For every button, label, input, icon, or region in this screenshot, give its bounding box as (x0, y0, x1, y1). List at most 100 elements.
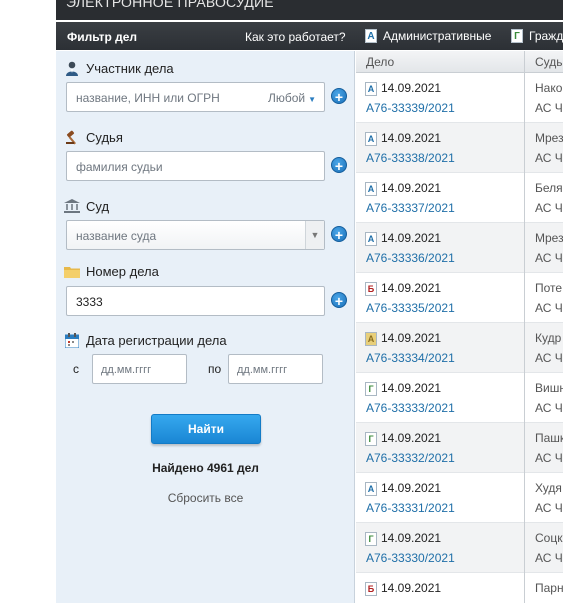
case-type-icon: А (365, 132, 377, 146)
court-cell: АС Ч (535, 101, 563, 115)
table-row[interactable]: А 14.09.2021 А76-33339/2021 Нако АС Ч (356, 73, 563, 123)
participant-mode-value: Любой (267, 91, 306, 105)
table-row[interactable]: А 14.09.2021 А76-33331/2021 Худя АС Ч (356, 473, 563, 523)
case-number-link[interactable]: А76-33331/2021 (366, 501, 455, 515)
participant-placeholder: название, ИНН или ОГРН (76, 91, 220, 105)
court-cell: АС Ч (535, 151, 563, 165)
add-court-button[interactable]: + (331, 226, 347, 243)
case-number-link[interactable]: А76-33330/2021 (366, 551, 455, 565)
add-case-number-button[interactable]: + (331, 292, 347, 309)
app-frame: ЭЛЕКТРОННОЕ ПРАВОСУДИЕ Фильтр дел Как эт… (56, 0, 563, 603)
reg-date-label-row: Дата регистрации дела (64, 332, 227, 348)
civil-case-icon: Г (511, 29, 523, 43)
participant-label: Участник дела (86, 60, 174, 76)
case-type-icon: А (365, 232, 377, 246)
judge-cell: Нако (535, 81, 563, 95)
case-number-link[interactable]: А76-33335/2021 (366, 301, 455, 315)
case-date: 14.09.2021 (381, 481, 442, 495)
case-type-icon: А (365, 482, 377, 496)
case-date: 14.09.2021 (381, 181, 442, 195)
participant-mode-select[interactable]: Любой ▼ (268, 91, 316, 105)
header-court[interactable]: Судь (535, 55, 563, 69)
case-date: 14.09.2021 (381, 381, 442, 395)
tab-administrative[interactable]: А Административные (365, 28, 491, 44)
court-cell: АС Ч (535, 401, 563, 415)
judge-input[interactable]: фамилия судьи (66, 151, 325, 181)
table-header: Дело Судь (356, 51, 563, 73)
case-type-icon: А (365, 82, 377, 96)
how-it-works-link[interactable]: Как это работает? (245, 30, 346, 44)
case-number-label: Номер дела (86, 263, 159, 279)
courthouse-icon (64, 198, 80, 214)
judge-cell: Мрез (535, 231, 563, 245)
calendar-icon (64, 332, 80, 348)
judge-cell: Пашк (535, 431, 563, 445)
table-row[interactable]: Г 14.09.2021 А76-33332/2021 Пашк АС Ч (356, 423, 563, 473)
court-placeholder: название суда (76, 229, 157, 243)
table-row[interactable]: Б 14.09.2021 А76-33335/2021 Поте АС Ч (356, 273, 563, 323)
date-to-label: по (208, 362, 222, 376)
table-row[interactable]: А 14.09.2021 А76-33337/2021 Беля АС Ч (356, 173, 563, 223)
judge-label: Судья (86, 129, 123, 145)
court-cell: АС Ч (535, 501, 563, 515)
table-row[interactable]: А 14.09.2021 А76-33334/2021 Кудр АС Ч (356, 323, 563, 373)
reset-all-link[interactable]: Сбросить все (56, 491, 355, 505)
reg-date-label: Дата регистрации дела (86, 332, 227, 348)
case-type-icon: Г (365, 432, 377, 446)
case-type-icon: А (365, 332, 377, 346)
table-row[interactable]: Г 14.09.2021 А76-33330/2021 Соцк АС Ч (356, 523, 563, 573)
table-row[interactable]: Б 14.09.2021 Парн (356, 573, 563, 603)
app-title: ЭЛЕКТРОННОЕ ПРАВОСУДИЕ (66, 0, 274, 10)
add-judge-button[interactable]: + (331, 157, 347, 174)
case-number-link[interactable]: А76-33332/2021 (366, 451, 455, 465)
tab-civil[interactable]: Г Гражд (511, 28, 563, 44)
case-number-link[interactable]: А76-33333/2021 (366, 401, 455, 415)
dropdown-arrow-icon[interactable]: ▼ (305, 221, 324, 249)
case-date: 14.09.2021 (381, 431, 442, 445)
case-number-label-row: Номер дела (64, 263, 159, 279)
column-divider (524, 73, 525, 603)
case-number-link[interactable]: А76-33339/2021 (366, 101, 455, 115)
case-date: 14.09.2021 (381, 331, 442, 345)
filter-panel: Участник дела название, ИНН или ОГРН Люб… (56, 51, 355, 603)
case-date: 14.09.2021 (381, 81, 442, 95)
results-table: Дело Судь А 14.09.2021 А76-33339/2021 Нако А… (356, 51, 563, 603)
case-date: 14.09.2021 (381, 531, 442, 545)
app-header: ЭЛЕКТРОННОЕ ПРАВОСУДИЕ (56, 0, 563, 20)
table-row[interactable]: А 14.09.2021 А76-33338/2021 Мрез АС Ч (356, 123, 563, 173)
court-cell: АС Ч (535, 201, 563, 215)
participant-label-row: Участник дела (64, 60, 174, 76)
court-cell: АС Ч (535, 301, 563, 315)
case-number-input[interactable]: 3333 (66, 286, 325, 316)
person-icon (64, 60, 80, 76)
case-number-value: 3333 (76, 295, 103, 309)
header-case[interactable]: Дело (366, 55, 394, 69)
court-label-row: Суд (64, 198, 109, 214)
add-participant-button[interactable]: + (331, 88, 347, 105)
filter-title: Фильтр дел (67, 30, 138, 44)
judge-cell: Вишн (535, 381, 563, 395)
judge-cell: Худя (535, 481, 562, 495)
administrative-case-icon: А (365, 29, 377, 43)
nav-bar: Фильтр дел Как это работает? А Администр… (56, 22, 563, 50)
judge-cell: Мрез (535, 131, 563, 145)
case-number-link[interactable]: А76-33337/2021 (366, 201, 455, 215)
case-type-icon: Б (365, 282, 377, 296)
date-from-input[interactable]: дд.мм.гггг (92, 354, 187, 384)
tab-administrative-label: Административные (383, 29, 492, 43)
table-row[interactable]: А 14.09.2021 А76-33336/2021 Мрез АС Ч (356, 223, 563, 273)
case-date: 14.09.2021 (381, 281, 442, 295)
case-number-link[interactable]: А76-33338/2021 (366, 151, 455, 165)
date-to-input[interactable]: дд.мм.гггг (228, 354, 323, 384)
court-cell: АС Ч (535, 251, 563, 265)
tab-civil-label: Гражд (529, 29, 563, 43)
date-to-placeholder: дд.мм.гггг (237, 364, 288, 376)
case-number-link[interactable]: А76-33334/2021 (366, 351, 455, 365)
participant-input[interactable]: название, ИНН или ОГРН Любой ▼ (66, 82, 325, 112)
judge-cell: Поте (535, 281, 563, 295)
case-number-link[interactable]: А76-33336/2021 (366, 251, 455, 265)
table-row[interactable]: Г 14.09.2021 А76-33333/2021 Вишн АС Ч (356, 373, 563, 423)
find-button[interactable]: Найти (151, 414, 261, 444)
court-cell: АС Ч (535, 451, 563, 465)
court-select[interactable]: название суда ▼ (66, 220, 325, 250)
